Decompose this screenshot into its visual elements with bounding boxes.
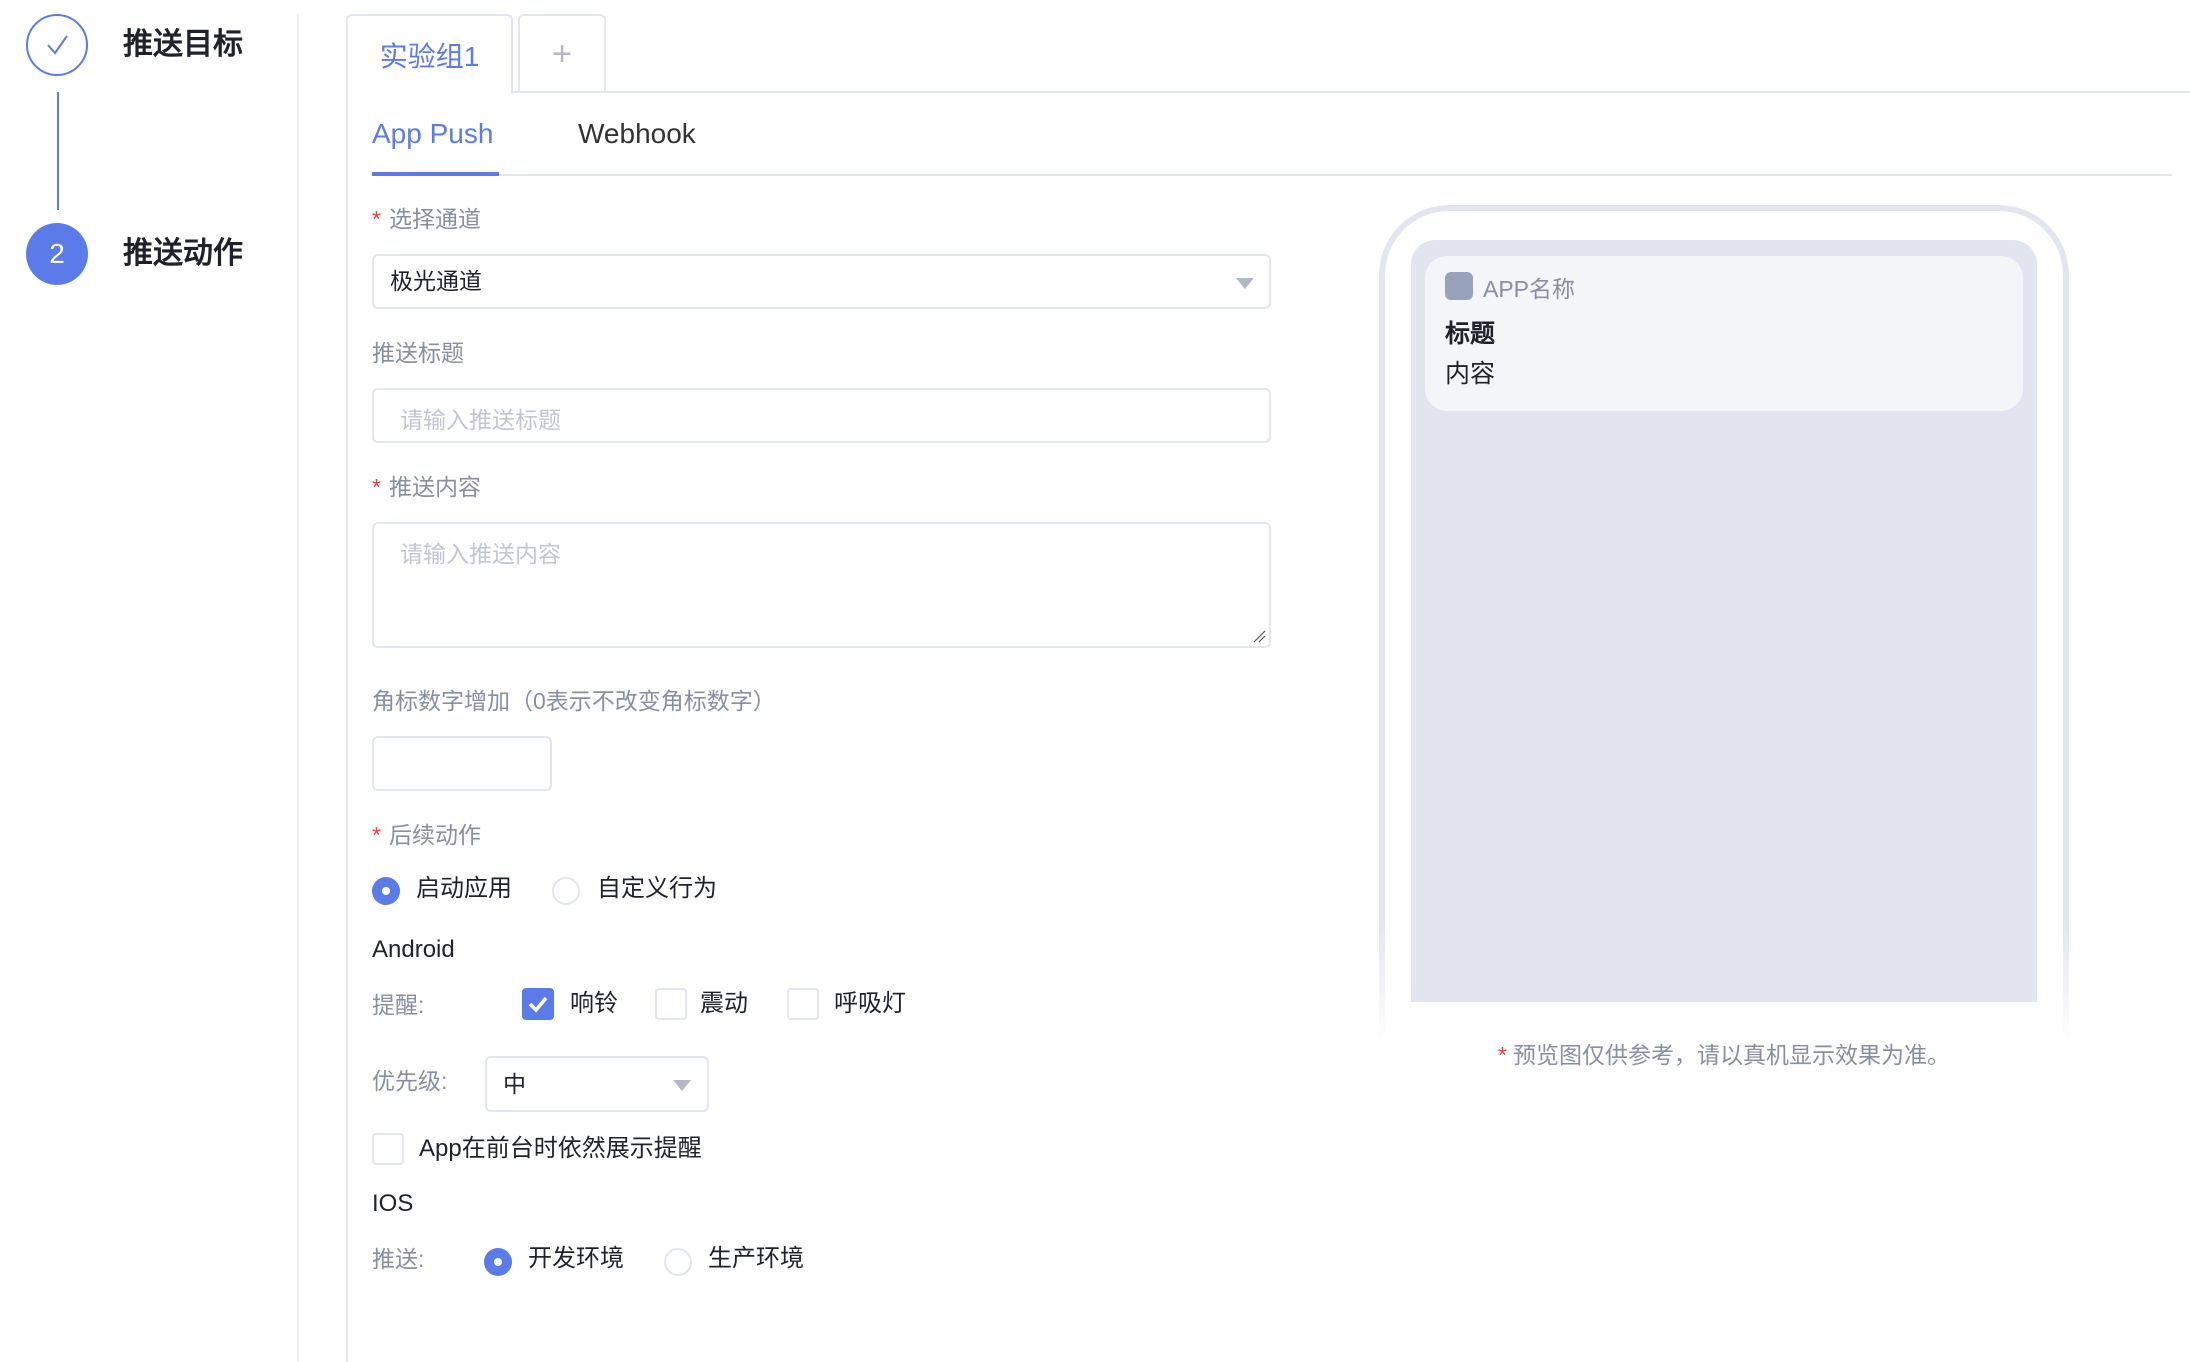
sidebar-divider	[297, 14, 299, 1362]
radio-dev-env[interactable]	[484, 1248, 512, 1276]
checkbox-label-breathing-light[interactable]: 呼吸灯	[834, 989, 906, 1019]
radio-label-custom-action[interactable]: 自定义行为	[597, 874, 717, 904]
checkbox-label-foreground-alert[interactable]: App在前台时依然展示提醒	[419, 1134, 702, 1164]
radio-launch-app[interactable]	[372, 877, 400, 905]
preview-note: * 预览图仅供参考，请以真机显示效果为准。	[1379, 1036, 2069, 1070]
check-icon	[528, 996, 548, 1013]
checkbox-ring[interactable]	[522, 988, 554, 1020]
content-placeholder: 请输入推送内容	[400, 541, 561, 567]
radio-custom-action[interactable]	[552, 877, 580, 905]
required-mark: *	[372, 206, 381, 232]
label-text: 选择通道	[388, 206, 481, 232]
badge-label: 角标数字增加（0表示不改变角标数字）	[372, 688, 776, 714]
tab-webhook[interactable]: Webhook	[578, 118, 696, 150]
resize-handle-icon[interactable]	[1252, 629, 1266, 643]
tab-label: App Push	[372, 118, 494, 149]
panel-left-border	[346, 92, 348, 1362]
action-label: * 后续动作	[372, 820, 481, 850]
checkbox-breathing-light[interactable]	[787, 988, 819, 1020]
title-input[interactable]: 请输入推送标题	[372, 388, 1271, 443]
radio-label-launch-app[interactable]: 启动应用	[416, 874, 512, 904]
chevron-down-icon	[673, 1080, 691, 1091]
preview-title: 标题	[1445, 320, 1496, 348]
tab-label: 实验组1	[379, 41, 480, 72]
checkbox-vibrate[interactable]	[655, 988, 687, 1020]
notification-card: APP名称 标题 内容	[1425, 256, 2023, 411]
tab-experiment-group-1[interactable]: 实验组1	[346, 14, 513, 94]
android-heading: Android	[372, 936, 455, 963]
priority-label: 优先级:	[372, 1068, 448, 1094]
app-icon	[1445, 272, 1473, 300]
step-number: 2	[49, 238, 65, 269]
label-text: 推送内容	[388, 474, 481, 500]
required-mark: *	[1498, 1042, 1507, 1068]
title-label: 推送标题	[372, 340, 464, 366]
remind-label: 提醒:	[372, 992, 425, 1018]
step-label-target[interactable]: 推送目标	[123, 25, 243, 65]
ios-heading: IOS	[372, 1190, 414, 1217]
radio-label-dev-env[interactable]: 开发环境	[528, 1244, 624, 1274]
add-tab-button[interactable]: +	[518, 14, 606, 92]
label-text: 后续动作	[388, 822, 481, 848]
required-mark: *	[372, 822, 381, 848]
checkbox-label-ring[interactable]: 响铃	[570, 989, 618, 1019]
step-label-action[interactable]: 推送动作	[123, 234, 243, 274]
checkbox-foreground-alert[interactable]	[372, 1133, 404, 1165]
tab-app-push[interactable]: App Push	[372, 118, 499, 176]
priority-select[interactable]: 中	[485, 1056, 709, 1112]
select-value: 中	[503, 1071, 526, 1097]
tab-label: Webhook	[578, 118, 696, 149]
select-value: 极光通道	[390, 268, 482, 294]
channel-tab-line	[372, 174, 2172, 176]
check-icon	[47, 35, 68, 55]
content-label: * 推送内容	[372, 472, 481, 502]
tab-bar-line	[346, 91, 2190, 93]
step-done-indicator	[26, 14, 88, 76]
note-text: 预览图仅供参考，请以真机显示效果为准。	[1512, 1042, 1950, 1068]
step-active-indicator: 2	[26, 223, 88, 285]
radio-label-prod-env[interactable]: 生产环境	[708, 1244, 804, 1274]
channel-select[interactable]: 极光通道	[372, 254, 1271, 309]
badge-input[interactable]	[372, 736, 552, 791]
step-connector	[57, 92, 59, 210]
preview-content: 内容	[1445, 360, 1496, 388]
content-textarea[interactable]: 请输入推送内容	[372, 522, 1271, 648]
required-mark: *	[372, 474, 381, 500]
radio-prod-env[interactable]	[664, 1248, 692, 1276]
ios-push-label: 推送:	[372, 1246, 425, 1272]
checkbox-label-vibrate[interactable]: 震动	[700, 989, 748, 1019]
title-placeholder: 请输入推送标题	[400, 407, 561, 433]
plus-icon: +	[552, 34, 572, 73]
app-name: APP名称	[1483, 276, 1576, 302]
chevron-down-icon	[1236, 278, 1254, 289]
channel-label: * 选择通道	[372, 204, 481, 234]
